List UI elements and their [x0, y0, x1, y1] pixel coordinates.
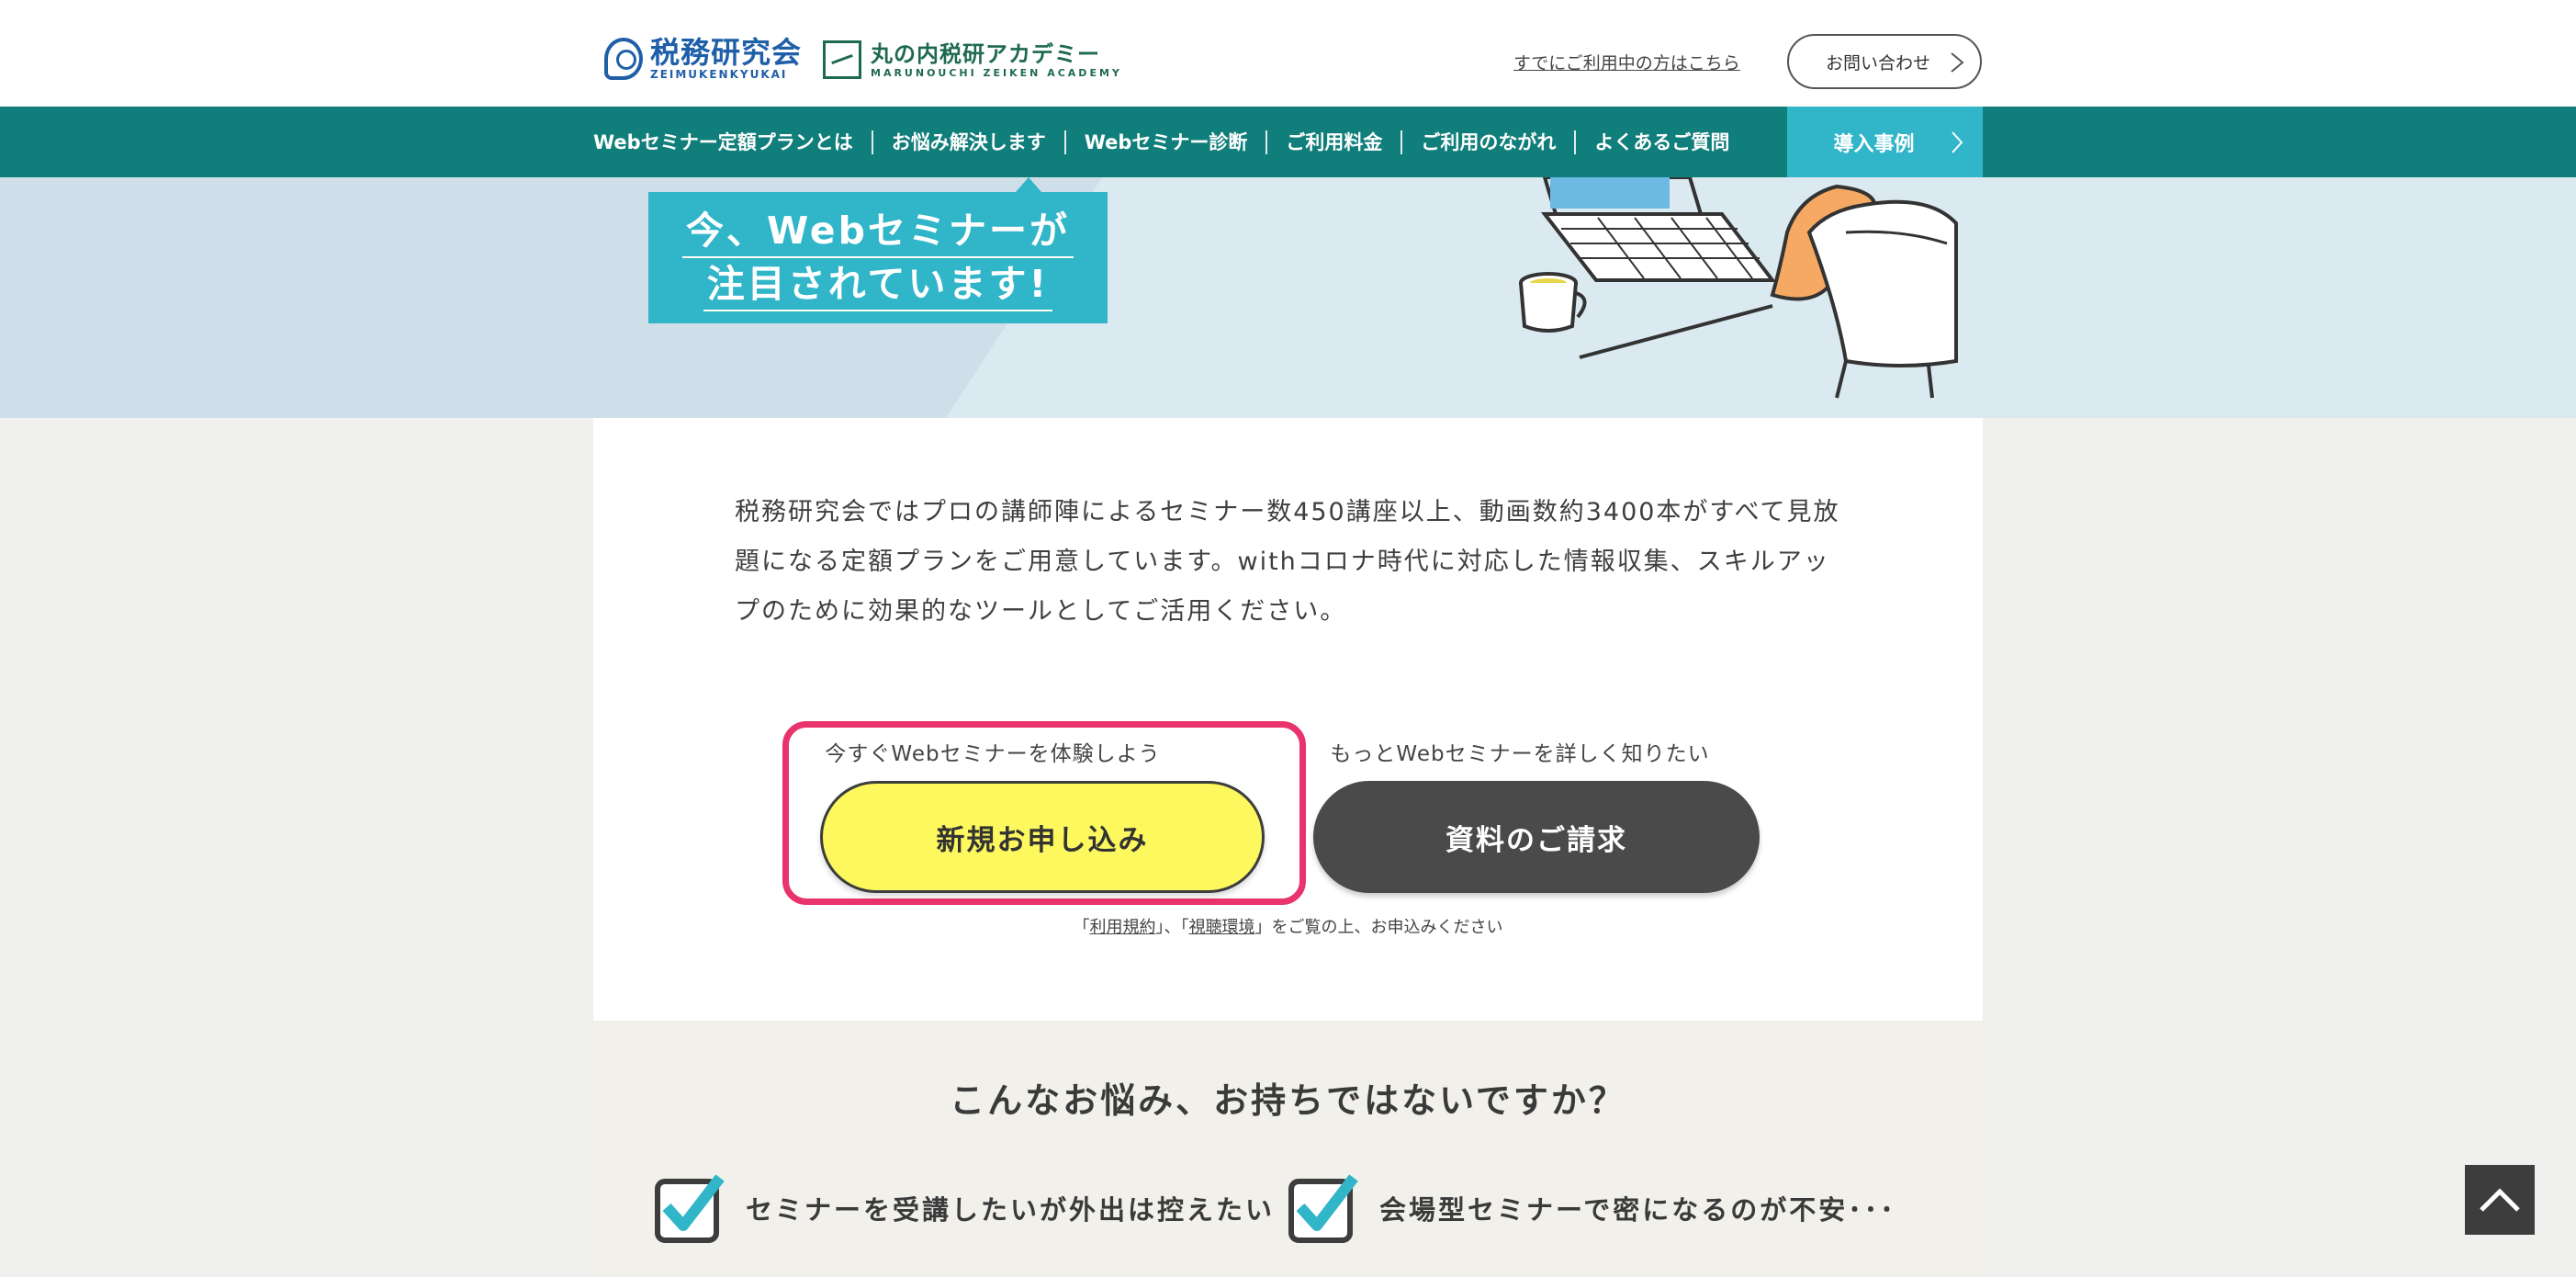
viewing-environment-link[interactable]: 視聴環境 — [1189, 918, 1255, 937]
existing-user-link[interactable]: すでにご利用中の方はこちら — [1513, 50, 1740, 74]
nav-item-pricing[interactable]: ご利用料金 — [1266, 130, 1400, 154]
laptop-user-illustration — [1519, 177, 1958, 399]
intro-card: 税務研究会ではプロの講師陣によるセミナー数450講座以上、動画数約3400本がす… — [593, 418, 1983, 1021]
zeimukenkyukai-logo[interactable]: 税務研究会 ZEIMUKENKYUKAI — [604, 37, 802, 81]
request-materials-button[interactable]: 資料のご請求 — [1313, 781, 1760, 893]
concern-item: セミナーを受講したいが外出は控えたい — [654, 1172, 1275, 1244]
request-materials-label: 資料のご請求 — [1445, 823, 1627, 857]
site-header: 税務研究会 ZEIMUKENKYUKAI 丸の内税研アカデミー MARUNOUC… — [0, 0, 2576, 107]
chevron-right-icon — [1952, 131, 1963, 153]
new-application-label: 新規お申し込み — [936, 823, 1149, 857]
case-studies-button[interactable]: 導入事例 — [1787, 107, 1983, 177]
case-studies-label: 導入事例 — [1833, 132, 1915, 156]
terms-mid: 」、「 — [1155, 918, 1189, 937]
hero-label-pointer — [1016, 177, 1041, 192]
contact-button-label: お問い合わせ — [1825, 52, 1930, 73]
nav-item-plan-about[interactable]: Webセミナー定額プランとは — [593, 130, 872, 154]
zeimukenkyukai-logo-mark-icon — [604, 38, 643, 80]
checkbox-checked-icon — [1288, 1174, 1358, 1243]
nav-item-diagnosis[interactable]: Webセミナー診断 — [1063, 130, 1266, 154]
concern-item: 会場型セミナーで密になるのが不安･･･ — [1288, 1172, 1896, 1244]
marunouchi-academy-logo[interactable]: 丸の内税研アカデミー MARUNOUCHI ZEIKEN ACADEMY — [823, 40, 1122, 79]
logo-primary-text: 税務研究会 — [650, 35, 803, 70]
global-nav: Webセミナー定額プランとは お悩み解決します Webセミナー診断 ご利用料金 … — [0, 107, 2576, 177]
intro-text: 税務研究会ではプロの講師陣によるセミナー数450講座以上、動画数約3400本がす… — [735, 498, 1840, 626]
contact-button[interactable]: お問い合わせ — [1787, 34, 1982, 89]
nav-item-faq[interactable]: よくあるご質問 — [1574, 130, 1748, 154]
hero-banner: 今、Webセミナーが 注目されています! — [0, 177, 2576, 418]
terms-note: 「利用規約」、「視聴環境」をご覧の上、お申込みください — [593, 914, 1983, 938]
chevron-up-icon — [2480, 1188, 2520, 1212]
concerns-section: こんなお悩み、お持ちではないですか？ セミナーを受講したいが外出は控えたい 会場… — [593, 1021, 1983, 1277]
concern-text: 会場型セミナーで密になるのが不安･･･ — [1379, 1194, 1896, 1226]
terms-of-use-link[interactable]: 利用規約 — [1090, 918, 1156, 937]
concern-text: セミナーを受講したいが外出は控えたい — [746, 1194, 1276, 1226]
terms-prefix: 「 — [1073, 918, 1090, 937]
academy-logo-mark-icon — [823, 40, 861, 79]
nav-item-flow[interactable]: ご利用のながれ — [1400, 130, 1574, 154]
terms-suffix: 」をご覧の上、お申込みください — [1254, 918, 1503, 937]
request-caption: もっとWebセミナーを詳しく知りたい — [1330, 742, 1710, 766]
concerns-title: こんなお悩み、お持ちではないですか？ — [950, 1080, 1626, 1121]
hero-headline-box: 今、Webセミナーが 注目されています! — [648, 192, 1108, 323]
checkbox-checked-icon — [655, 1174, 725, 1243]
hero-headline-line2: 注目されています! — [703, 258, 1053, 311]
logo-secondary-text: 丸の内税研アカデミー — [871, 40, 1100, 67]
hero-headline-line1: 今、Webセミナーが — [682, 205, 1074, 258]
nav-item-solutions[interactable]: お悩み解決します — [871, 130, 1064, 154]
logo-primary-subtext: ZEIMUKENKYUKAI — [650, 68, 788, 81]
apply-caption: 今すぐWebセミナーを体験しよう — [825, 742, 1161, 766]
logo-secondary-subtext: MARUNOUCHI ZEIKEN ACADEMY — [871, 66, 1122, 79]
back-to-top-button[interactable] — [2465, 1165, 2535, 1235]
chevron-right-icon — [1951, 52, 1964, 73]
new-application-button[interactable]: 新規お申し込み — [820, 781, 1265, 893]
